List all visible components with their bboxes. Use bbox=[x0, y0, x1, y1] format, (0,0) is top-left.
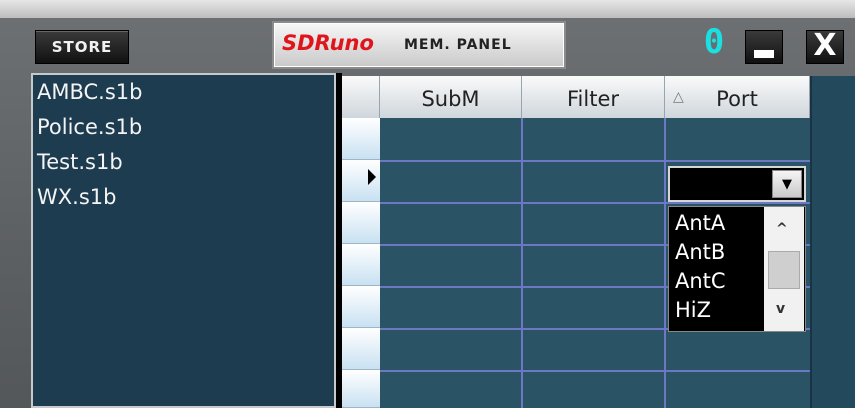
port-select[interactable]: ▼ bbox=[668, 166, 806, 202]
chevron-down-icon[interactable]: v bbox=[776, 301, 785, 317]
dropdown-scrollbar[interactable]: ^ v bbox=[764, 207, 804, 331]
row-header-corner bbox=[342, 76, 380, 118]
minimize-icon bbox=[754, 50, 774, 58]
close-icon: X bbox=[813, 28, 837, 63]
memory-file-list[interactable]: AMBC.s1b Police.s1b Test.s1b WX.s1b bbox=[31, 73, 336, 408]
panel-name: MEM. PANEL bbox=[404, 37, 512, 53]
row-header[interactable] bbox=[342, 328, 380, 370]
dropdown-option[interactable]: AntC bbox=[675, 269, 726, 293]
title-strip bbox=[0, 0, 855, 18]
column-header-label: Port bbox=[716, 87, 758, 111]
current-row-indicator-icon bbox=[368, 169, 376, 185]
row-header[interactable] bbox=[342, 202, 380, 244]
scrollbar-thumb[interactable] bbox=[768, 251, 800, 289]
store-button[interactable]: STORE bbox=[35, 30, 129, 64]
sort-indicator-icon: △ bbox=[673, 89, 684, 105]
vrx-number-display: 0 bbox=[703, 22, 725, 62]
dropdown-option[interactable]: AntA bbox=[675, 211, 725, 235]
column-divider bbox=[664, 118, 666, 408]
dropdown-option[interactable]: HiZ bbox=[675, 298, 711, 322]
list-item[interactable]: Police.s1b bbox=[33, 110, 334, 145]
row-divider bbox=[380, 160, 810, 162]
list-item[interactable]: Test.s1b bbox=[33, 145, 334, 180]
chevron-up-icon[interactable]: ^ bbox=[776, 221, 788, 237]
row-divider bbox=[380, 202, 810, 204]
minimize-button[interactable] bbox=[745, 30, 783, 64]
chevron-down-icon[interactable]: ▼ bbox=[772, 170, 802, 198]
close-button[interactable]: X bbox=[806, 30, 844, 64]
column-header-filter[interactable]: Filter bbox=[522, 76, 665, 118]
brand-logo-text: SDRuno bbox=[282, 31, 374, 55]
row-divider bbox=[380, 370, 810, 372]
dropdown-option[interactable]: AntB bbox=[675, 240, 725, 264]
list-item[interactable]: WX.s1b bbox=[33, 180, 334, 215]
column-header-subm[interactable]: SubM bbox=[380, 76, 522, 118]
row-header[interactable] bbox=[342, 370, 380, 408]
row-header[interactable] bbox=[342, 118, 380, 160]
row-header[interactable] bbox=[342, 286, 380, 328]
row-header[interactable] bbox=[342, 244, 380, 286]
list-item[interactable]: AMBC.s1b bbox=[33, 75, 334, 110]
column-divider bbox=[521, 118, 523, 408]
grid-scroll-area[interactable] bbox=[810, 76, 855, 408]
panel-title: SDRuno MEM. PANEL bbox=[272, 21, 566, 69]
column-header-port[interactable]: △ Port bbox=[665, 76, 810, 118]
